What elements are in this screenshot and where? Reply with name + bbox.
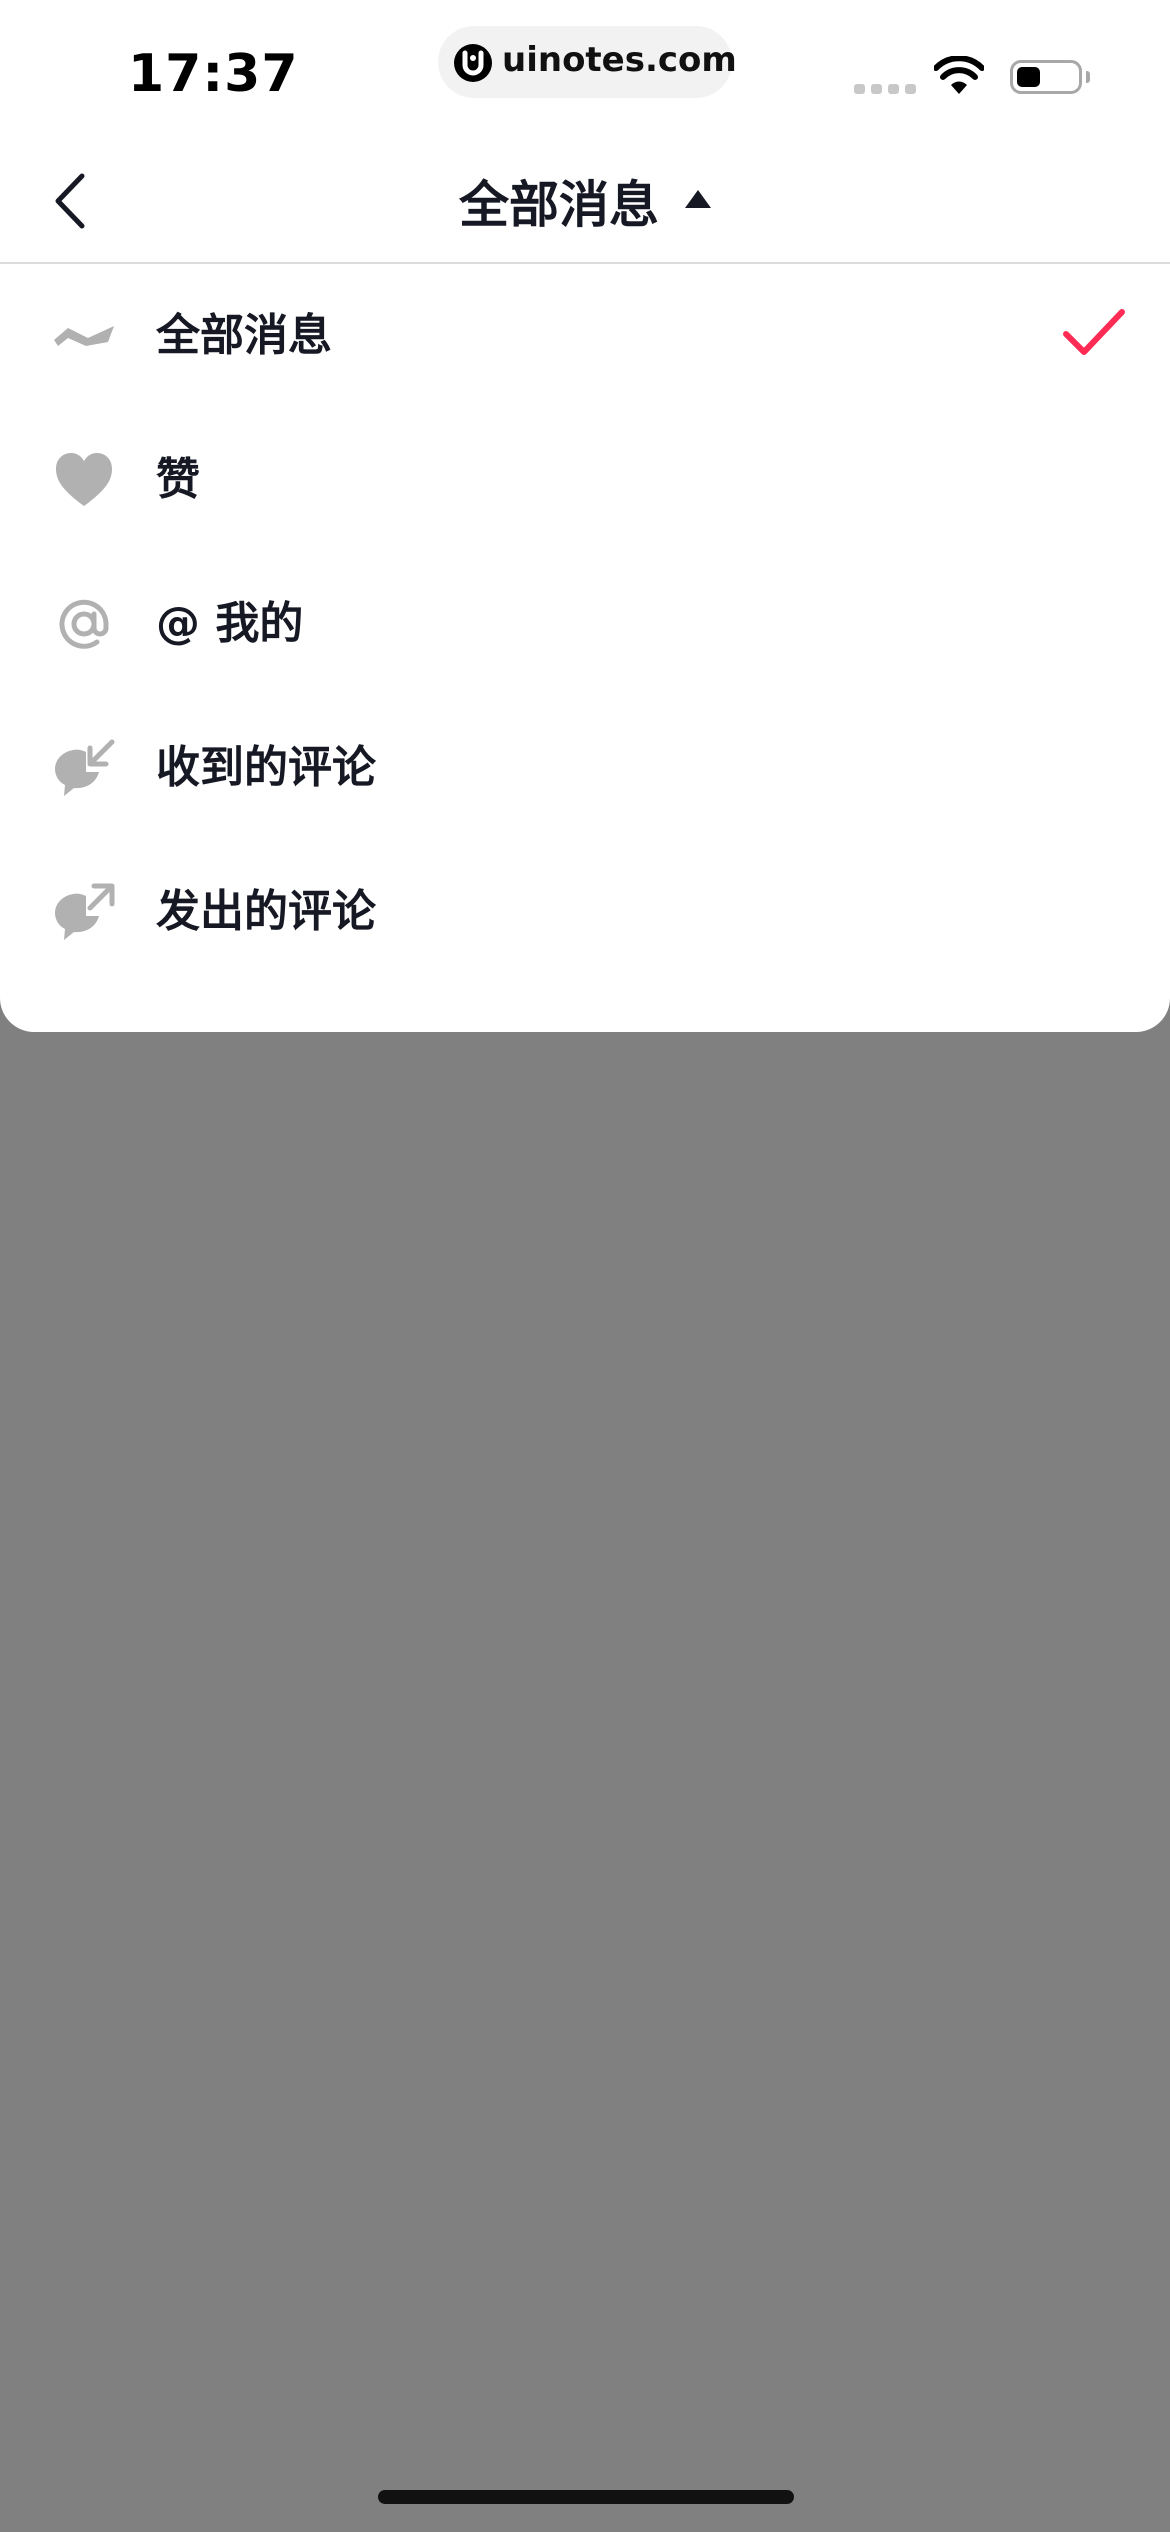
nav-bar: 全部消息 — [0, 140, 1170, 264]
check-icon — [1063, 309, 1125, 355]
url-pill: uinotes.com — [438, 26, 737, 98]
at-icon — [59, 599, 109, 649]
url-text: uinotes.com — [502, 40, 737, 80]
dropdown-sheet: 17:37 uinotes.com 全部消息 全部消息 赞 @ 我的 收到的评论… — [0, 0, 1170, 1032]
wave-icon — [54, 326, 114, 346]
menu-item-label: 收到的评论 — [156, 742, 376, 793]
menu-item-label: 赞 — [156, 454, 200, 505]
status-bar: 17:37 uinotes.com — [0, 0, 1170, 140]
site-logo-icon — [454, 44, 492, 82]
menu-item-mentions[interactable]: @ 我的 — [0, 552, 1170, 696]
cellular-signal-icon — [854, 84, 916, 94]
dim-overlay[interactable] — [0, 1032, 1170, 2532]
page-title: 全部消息 — [459, 176, 659, 234]
wifi-icon — [934, 56, 984, 94]
battery-icon — [1010, 60, 1082, 94]
battery-nub — [1086, 71, 1090, 83]
menu-item-likes[interactable]: 赞 — [0, 408, 1170, 552]
status-time: 17:37 — [128, 44, 299, 104]
menu-item-label: 发出的评论 — [156, 886, 376, 937]
menu-item-all[interactable]: 全部消息 — [0, 264, 1170, 408]
comment-received-icon — [55, 739, 115, 796]
app-screen: 17:37 uinotes.com 全部消息 全部消息 赞 @ 我的 收到的评论… — [0, 0, 1170, 2532]
menu-item-label: 全部消息 — [156, 310, 332, 361]
heart-icon — [56, 453, 112, 506]
comment-sent-icon — [55, 883, 115, 940]
menu-item-received-comments[interactable]: 收到的评论 — [0, 696, 1170, 840]
filter-dropdown-toggle[interactable]: 全部消息 — [0, 140, 1170, 262]
home-indicator — [378, 2490, 794, 2504]
menu-item-label: @ 我的 — [156, 598, 304, 649]
caret-up-icon — [685, 190, 711, 208]
menu-item-sent-comments[interactable]: 发出的评论 — [0, 840, 1170, 984]
battery-level — [1017, 67, 1040, 87]
